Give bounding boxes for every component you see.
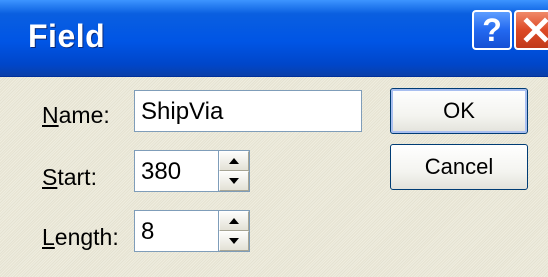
length-spinner[interactable] [218, 210, 250, 252]
length-input[interactable] [134, 210, 220, 252]
length-spin-up-button[interactable] [219, 211, 249, 231]
arrow-up-icon [229, 158, 239, 164]
help-button[interactable]: ? [472, 10, 512, 50]
dialog-title: Field [28, 18, 106, 54]
arrow-down-icon [229, 178, 239, 184]
start-label-text: tart: [57, 164, 97, 190]
start-spin-up-button[interactable] [219, 151, 249, 171]
name-input[interactable] [134, 90, 362, 132]
start-label: Start: [42, 164, 97, 191]
field-dialog: Field ? Name: Start: Length: OK C [0, 0, 548, 277]
start-label-mnemonic: S [42, 164, 58, 190]
length-spin-down-button[interactable] [219, 231, 249, 251]
close-button[interactable] [514, 10, 548, 50]
name-label: Name: [42, 102, 110, 129]
name-label-mnemonic: N [42, 102, 59, 128]
title-bar[interactable]: Field ? [0, 0, 548, 77]
cancel-button[interactable]: Cancel [390, 144, 528, 190]
length-label-text: ength: [54, 224, 119, 250]
arrow-down-icon [229, 238, 239, 244]
help-icon: ? [482, 11, 502, 48]
length-label: Length: [42, 224, 119, 251]
close-icon [523, 17, 548, 43]
name-label-text: ame: [58, 102, 110, 128]
start-input[interactable] [134, 150, 220, 192]
arrow-up-icon [229, 218, 239, 224]
length-label-mnemonic: L [42, 224, 55, 250]
ok-button[interactable]: OK [390, 88, 528, 134]
start-spin-down-button[interactable] [219, 171, 249, 191]
start-spinner[interactable] [218, 150, 250, 192]
